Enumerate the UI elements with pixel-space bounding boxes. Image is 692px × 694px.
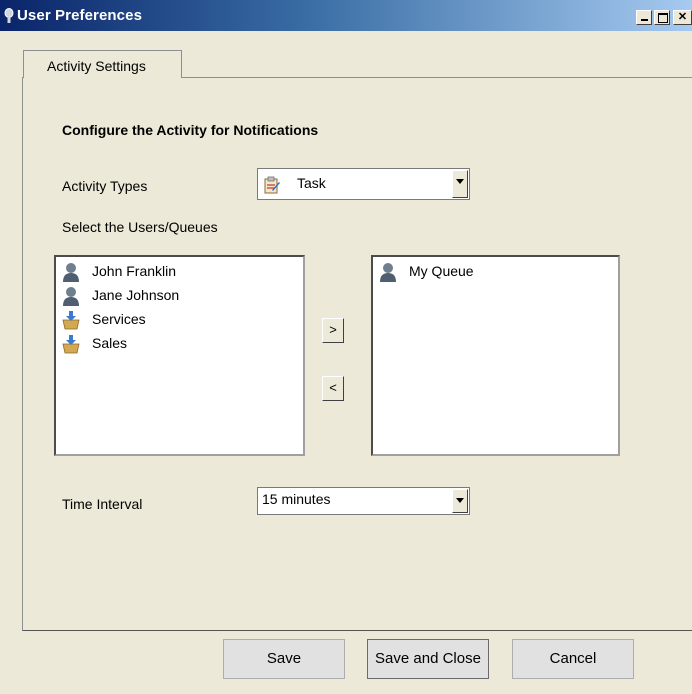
minimize-icon	[641, 19, 648, 21]
maximize-button[interactable]	[654, 10, 670, 25]
users-queues-label: Select the Users/Queues	[62, 219, 218, 235]
remove-from-selected-button[interactable]: <	[322, 376, 344, 401]
list-item-label: My Queue	[409, 263, 474, 279]
cancel-button[interactable]: Cancel	[512, 639, 634, 679]
activity-types-dropdown[interactable]: Task	[257, 168, 470, 200]
list-item-label: Sales	[92, 335, 128, 351]
user-icon	[63, 263, 79, 282]
time-interval-label: Time Interval	[62, 496, 143, 512]
task-icon	[264, 176, 280, 194]
save-and-close-button[interactable]: Save and Close	[367, 639, 489, 679]
section-heading: Configure the Activity for Notifications	[62, 122, 319, 138]
chevron-down-icon[interactable]	[452, 170, 468, 198]
minimize-button[interactable]	[636, 10, 652, 25]
close-icon: ✕	[677, 11, 688, 23]
app-icon	[4, 8, 14, 23]
time-interval-dropdown[interactable]: 15 minutes	[257, 487, 470, 515]
available-list[interactable]: John Franklin Jane Johnson Services Sale…	[54, 255, 305, 456]
save-button[interactable]: Save	[223, 639, 345, 679]
user-icon	[380, 263, 396, 282]
queue-icon	[62, 335, 80, 354]
user-icon	[63, 287, 79, 306]
list-item-label: Jane Johnson	[92, 287, 180, 303]
activity-types-label: Activity Types	[62, 178, 148, 194]
list-item-label: Services	[92, 311, 146, 327]
title-bar[interactable]: User Preferences ✕	[0, 0, 692, 31]
window-title: User Preferences	[17, 7, 143, 24]
chevron-down-icon[interactable]	[452, 489, 468, 513]
tab-label: Activity Settings	[47, 58, 146, 74]
selected-list[interactable]: My Queue	[371, 255, 620, 456]
user-preferences-window: User Preferences ✕ Activity Settings Con…	[0, 0, 692, 694]
maximize-icon	[658, 13, 668, 23]
activity-types-value: Task	[297, 175, 326, 191]
queue-icon	[62, 311, 80, 330]
add-to-selected-button[interactable]: >	[322, 318, 344, 343]
tab-activity-settings[interactable]: Activity Settings	[23, 50, 182, 78]
list-item-label: John Franklin	[92, 263, 177, 279]
close-button[interactable]: ✕	[673, 10, 692, 25]
time-interval-value: 15 minutes	[262, 491, 331, 507]
